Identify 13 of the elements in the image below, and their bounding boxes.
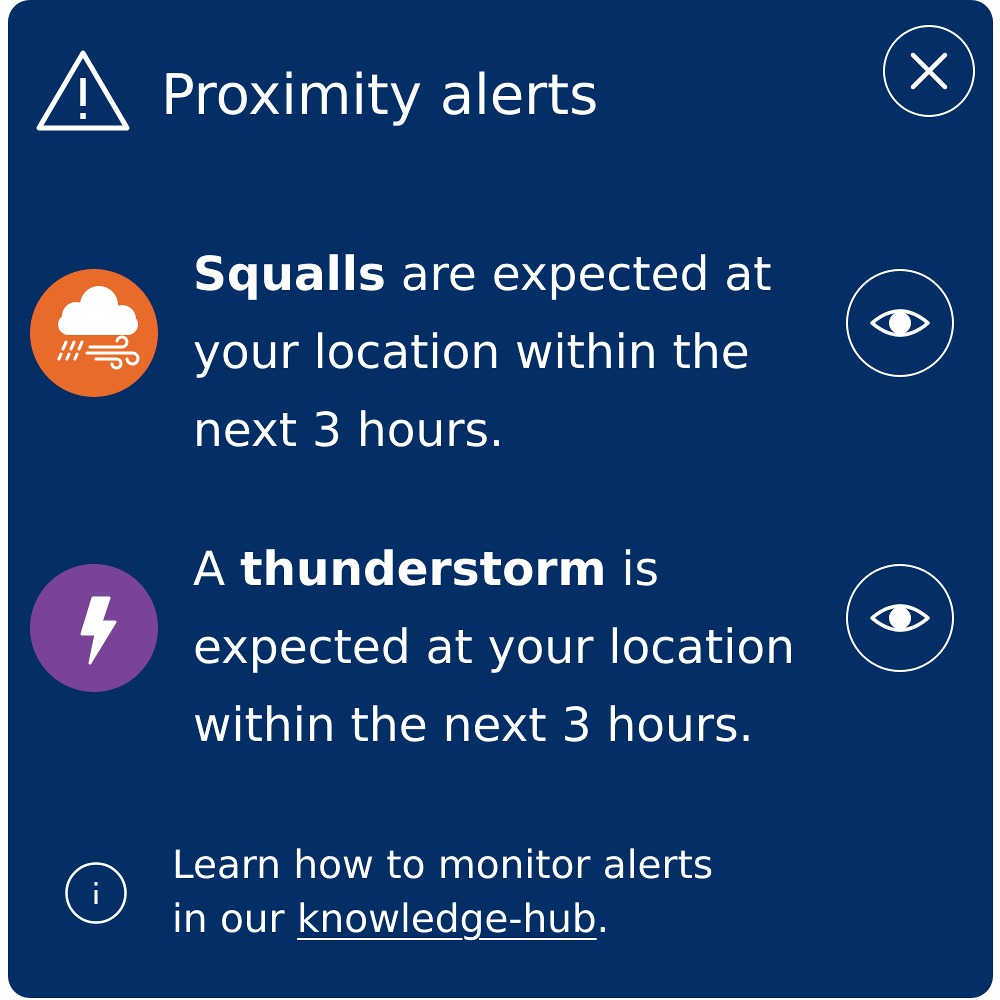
alert-message: Squalls are expected at your location within the next 3 hours. bbox=[193, 246, 773, 460]
view-button[interactable] bbox=[846, 269, 954, 377]
alert-message: A thunderstorm is expected at your location within the next 3 hours. bbox=[193, 541, 796, 755]
knowledge-hub-link[interactable]: knowledge-hub bbox=[296, 897, 597, 942]
eye-icon bbox=[869, 308, 931, 338]
footer-text: Learn how to monitor alerts in our knowledge-hub. bbox=[172, 842, 714, 944]
close-icon bbox=[910, 52, 948, 90]
warning-icon bbox=[35, 48, 131, 133]
info-icon bbox=[65, 862, 127, 924]
close-button[interactable] bbox=[883, 25, 975, 117]
view-button[interactable] bbox=[846, 564, 954, 672]
panel-title: Proximity alerts bbox=[161, 68, 600, 124]
eye-icon bbox=[869, 603, 931, 633]
